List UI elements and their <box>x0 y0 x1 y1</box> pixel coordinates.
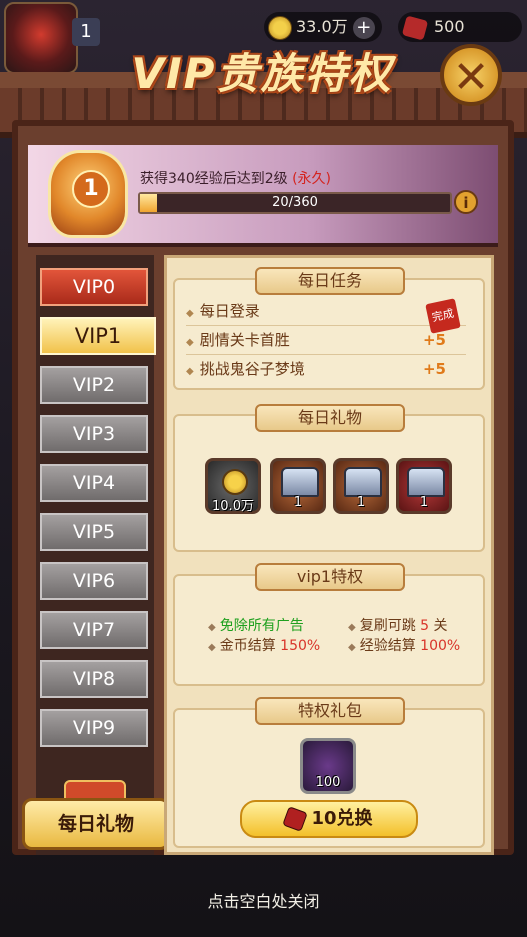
task-reward: +5 <box>422 360 446 378</box>
gift-item-count: 1 <box>293 495 303 510</box>
perk-skip-unit: 关 <box>433 618 448 634</box>
gift-item-chest[interactable]: 1 <box>396 458 452 514</box>
task-row: ◆ 挑战鬼谷子梦境 +5 <box>186 355 466 383</box>
gem-amount: 500 <box>434 17 465 36</box>
add-coins-button[interactable]: + <box>352 16 375 39</box>
vip-tab-vip3[interactable]: VIP3 <box>40 415 148 453</box>
vip-tab-vip9[interactable]: VIP9 <box>40 709 148 747</box>
task-reward: +5 <box>422 331 446 349</box>
gift-item-coin[interactable]: 10.0万 <box>205 458 261 514</box>
task-row: ◆ 每日登录 完成 <box>186 297 466 334</box>
coin-icon <box>268 15 292 40</box>
vip-exp-label: 20/360 <box>272 195 318 210</box>
coin-amount: 33.0万 <box>296 17 348 36</box>
daily-gifts-title: 每日礼物 <box>255 404 405 432</box>
task-label: 剧情关卡首胜 <box>199 331 290 349</box>
privilege-pack-count: 100 <box>315 775 341 790</box>
perk-exp-label: 经验结算 <box>359 638 416 654</box>
coin-icon <box>222 469 248 495</box>
exchange-label: 10兑换 <box>311 808 373 829</box>
perk-gold-label: 金币结算 <box>219 638 276 654</box>
info-icon[interactable]: i <box>454 190 478 214</box>
perk-skip: ◆ 复刷可跳 5 关 <box>348 618 448 634</box>
coin-counter: 33.0万 + <box>264 12 382 42</box>
vip-tab-vip4[interactable]: VIP4 <box>40 464 148 502</box>
player-avatar[interactable] <box>4 2 78 74</box>
vip-tab-vip0[interactable]: VIP0 <box>40 268 148 306</box>
vip-exp-bar: 20/360 <box>138 192 452 214</box>
close-button[interactable]: ✕ <box>440 44 502 106</box>
gem-counter: 500 <box>398 12 522 42</box>
vip-perks-title: vip1特权 <box>255 563 405 591</box>
vip-tab-vip2[interactable]: VIP2 <box>40 366 148 404</box>
perk-exp: ◆ 经验结算 100% <box>348 638 461 654</box>
vip-level-badge: 1 <box>72 170 110 208</box>
privilege-pack-title: 特权礼包 <box>255 697 405 725</box>
gift-item-count: 1 <box>419 495 429 510</box>
silver-chest-icon <box>407 467 445 497</box>
vip-exp-hint-text: 获得340经验后达到2级 <box>140 171 288 187</box>
silver-chest-icon <box>344 467 382 497</box>
dialog-title: VIP贵族特权 <box>131 49 393 98</box>
gift-item-chest[interactable]: 1 <box>333 458 389 514</box>
vip-tab-vip7[interactable]: VIP7 <box>40 611 148 649</box>
ruby-icon <box>282 806 309 832</box>
gift-item-count: 10.0万 <box>212 499 254 514</box>
perk-skip-value: 5 <box>420 618 430 634</box>
perk-gold: ◆ 金币结算 150% <box>208 638 321 654</box>
task-label: 挑战鬼谷子梦境 <box>199 360 305 378</box>
perk-skip-label: 复刷可跳 <box>359 618 416 634</box>
vip-exp-permanent: (永久) <box>292 171 332 187</box>
gift-item-chest[interactable]: 1 <box>270 458 326 514</box>
perk-no-ads-text: 免除所有广告 <box>219 618 304 634</box>
vip-tab-vip6[interactable]: VIP6 <box>40 562 148 600</box>
silver-chest-icon <box>281 467 319 497</box>
perk-gold-value: 150% <box>280 638 321 654</box>
gift-item-count: 1 <box>356 495 366 510</box>
daily-gift-button[interactable]: 每日礼物 <box>22 798 170 850</box>
daily-tasks-title: 每日任务 <box>255 267 405 295</box>
vip-tab-vip8[interactable]: VIP8 <box>40 660 148 698</box>
close-hint[interactable]: 点击空白处关闭 <box>0 888 527 912</box>
vip-exp-hint: 获得340经验后达到2级 (永久) <box>140 168 331 188</box>
gem-icon <box>401 14 429 41</box>
perk-no-ads: ◆ 免除所有广告 <box>208 618 304 634</box>
exchange-button[interactable]: 10兑换 <box>240 800 418 838</box>
perk-exp-value: 100% <box>420 638 461 654</box>
vip-tab-vip1[interactable]: VIP1 <box>40 317 156 355</box>
vip-tab-vip5[interactable]: VIP5 <box>40 513 148 551</box>
task-label: 每日登录 <box>199 302 260 320</box>
task-row: ◆ 剧情关卡首胜 +5 <box>186 326 466 355</box>
